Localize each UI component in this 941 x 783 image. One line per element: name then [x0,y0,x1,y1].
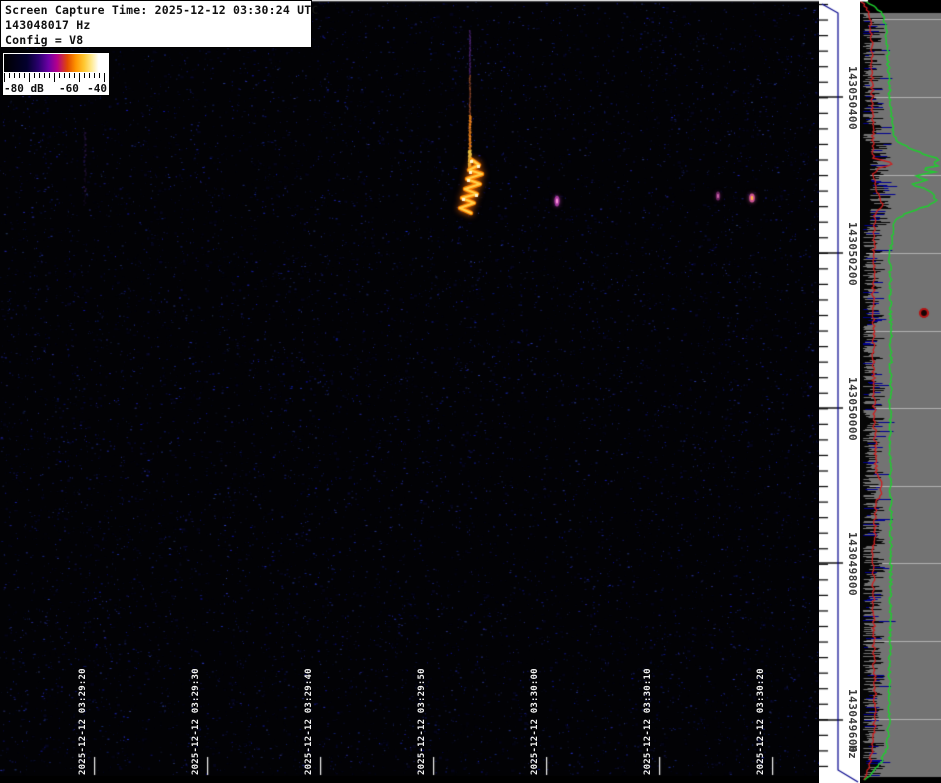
frequency-axis-canvas [819,0,860,783]
capture-info-box: Screen Capture Time: 2025-12-12 03:30:24… [0,0,312,48]
db-label-80: -80 dB [4,82,44,95]
capture-time-text: Screen Capture Time: 2025-12-12 03:30:24… [5,3,311,18]
capture-frequency-text: 143048017 Hz [5,18,311,33]
spectrum-side-panel-canvas [860,0,941,783]
spectrogram-canvas [0,0,819,783]
intensity-color-scale: -80 dB -60 -40 [2,52,110,96]
colormap-gradient-bar [4,54,108,72]
colormap-tick-ruler [4,73,108,82]
db-label-40: -40 [87,82,107,95]
spectrogram-app-window: 2025-12-12 03:29:202025-12-12 03:29:3020… [0,0,941,783]
config-text: Config = V8 [5,33,311,48]
db-label-60: -60 [59,82,79,95]
